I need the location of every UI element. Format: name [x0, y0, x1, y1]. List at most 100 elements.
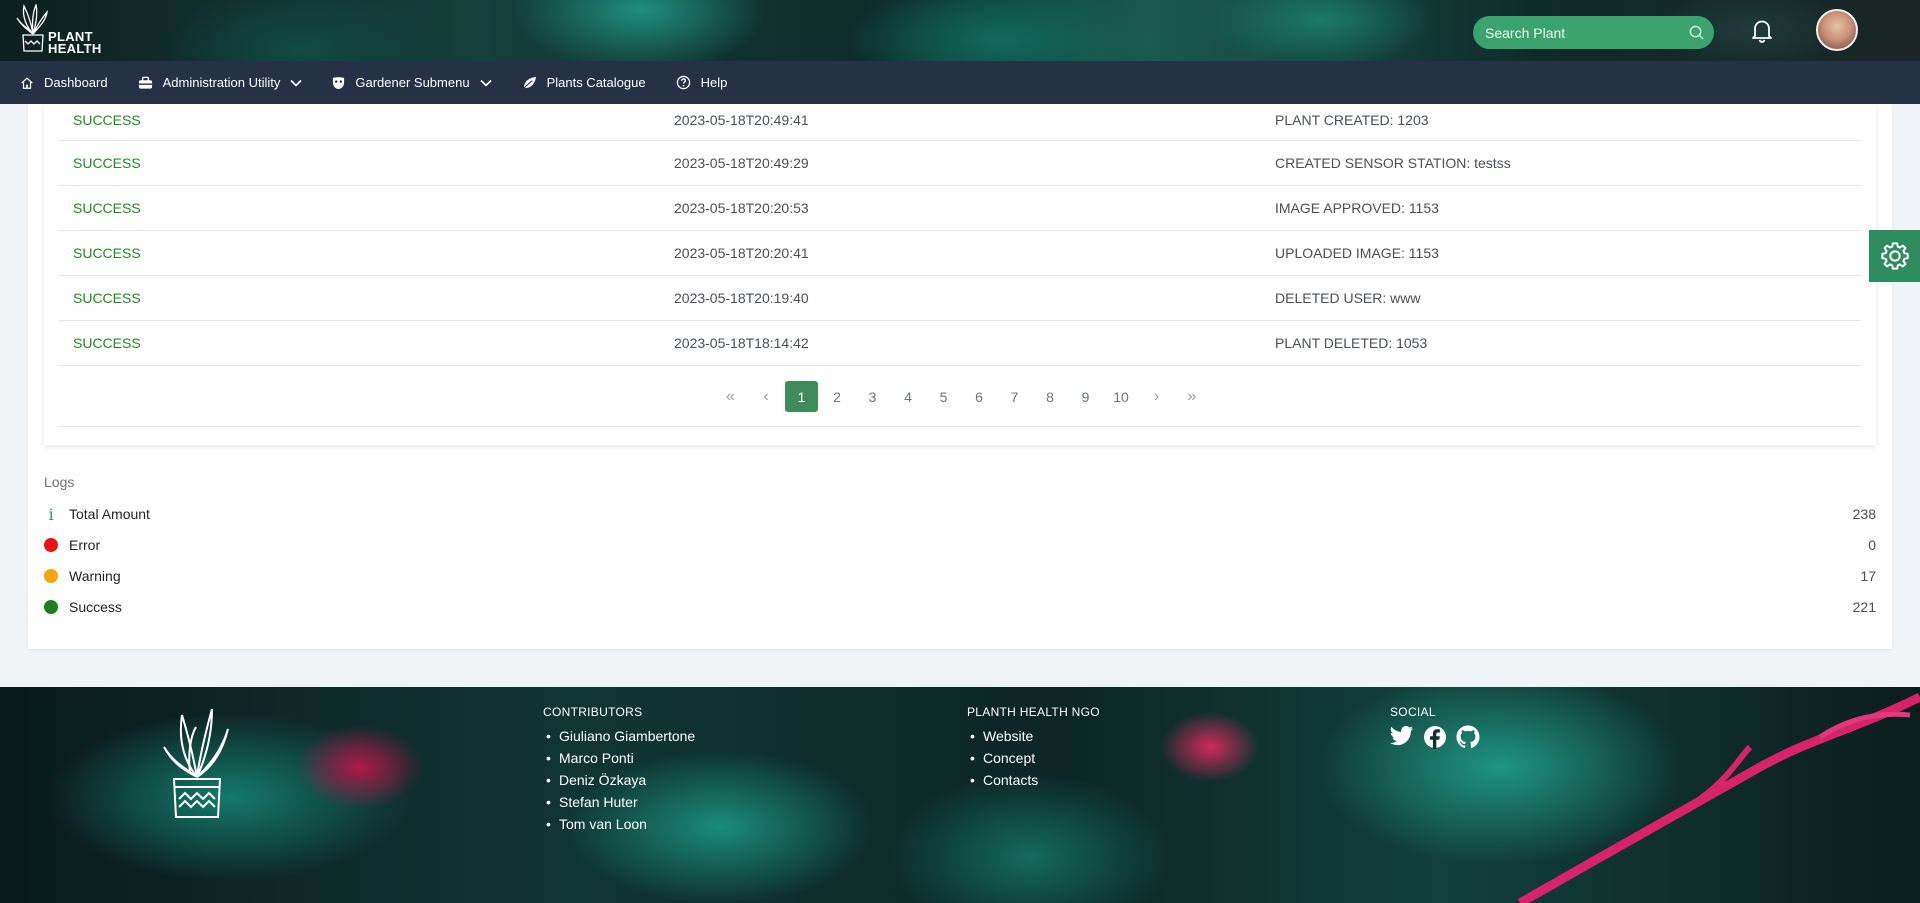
github-icon[interactable]	[1456, 725, 1480, 754]
success-dot-icon	[44, 600, 58, 614]
contributor-link[interactable]: Giuliano Giambertone	[543, 725, 695, 747]
page-button-1[interactable]: 1	[785, 381, 818, 412]
page-button-6[interactable]: 6	[963, 381, 996, 412]
time-cell: 2023-05-18T20:49:29	[674, 155, 809, 171]
logs-title: Logs	[44, 474, 75, 490]
status-cell: SUCCESS	[73, 290, 141, 306]
log-label: Error	[69, 537, 101, 553]
gear-icon	[1880, 242, 1909, 270]
ngo-link-concept[interactable]: Concept	[967, 747, 1100, 769]
log-summary-warning: Warning 17	[44, 566, 1876, 586]
log-label: Warning	[69, 568, 121, 584]
mask-icon	[333, 76, 345, 89]
prev-page-button[interactable]: ‹	[750, 381, 783, 412]
footer-section-title: SOCIAL	[1390, 705, 1436, 719]
message-cell: UPLOADED IMAGE: 1153	[1275, 245, 1439, 261]
main-nav: Dashboard Administration Utility Gardene…	[0, 61, 1920, 104]
status-cell: SUCCESS	[73, 155, 141, 171]
log-summary-error: Error 0	[44, 535, 1876, 555]
first-page-button[interactable]: «	[714, 381, 747, 412]
page-button-7[interactable]: 7	[998, 381, 1031, 412]
table-row: SUCCESS 2023-05-18T20:19:40 DELETED USER…	[58, 276, 1861, 321]
log-count: 0	[1868, 537, 1876, 553]
contributor-link[interactable]: Deniz Özkaya	[543, 769, 695, 791]
page-button-9[interactable]: 9	[1069, 381, 1102, 412]
nav-item-administration-utility[interactable]: Administration Utility	[138, 75, 303, 90]
log-summary-total: i Total Amount 238	[44, 504, 1876, 524]
contributor-link[interactable]: Tom van Loon	[543, 813, 695, 835]
logo-text: PLANT HEALTH	[48, 30, 102, 56]
user-avatar[interactable]	[1816, 9, 1858, 51]
question-circle-icon	[676, 75, 690, 90]
nav-label: Administration Utility	[162, 75, 281, 90]
time-cell: 2023-05-18T20:49:41	[674, 112, 809, 128]
nav-label: Plants Catalogue	[546, 75, 646, 90]
footer-ngo: PLANTH HEALTH NGO Website Concept Contac…	[967, 705, 1100, 791]
status-cell: SUCCESS	[73, 335, 141, 351]
page-button-4[interactable]: 4	[892, 381, 925, 412]
message-cell: PLANT CREATED: 1203	[1275, 112, 1429, 128]
status-cell: SUCCESS	[73, 200, 141, 216]
warning-dot-icon	[44, 569, 58, 583]
message-cell: DELETED USER: www	[1275, 290, 1421, 306]
ngo-link-contacts[interactable]: Contacts	[967, 769, 1100, 791]
status-cell: SUCCESS	[73, 245, 141, 261]
logo-line-2: HEALTH	[48, 41, 102, 56]
message-cell: IMAGE APPROVED: 1153	[1275, 200, 1439, 216]
search-icon[interactable]	[1689, 25, 1704, 43]
next-page-button[interactable]: ›	[1140, 381, 1173, 412]
status-cell: SUCCESS	[73, 112, 141, 128]
pagination: « ‹ 1 2 3 4 5 6 7 8 9 10 › »	[714, 381, 1211, 412]
page-button-10[interactable]: 10	[1105, 381, 1138, 412]
time-cell: 2023-05-18T20:19:40	[674, 290, 809, 306]
facebook-icon[interactable]	[1423, 725, 1447, 754]
toolbox-icon	[138, 76, 152, 89]
info-icon: i	[48, 504, 54, 524]
log-summary-success: Success 221	[44, 597, 1876, 617]
plant-health-logo[interactable]: PLANT HEALTH	[16, 4, 106, 56]
page-button-2[interactable]: 2	[821, 381, 854, 412]
footer-plant-logo-icon	[163, 708, 229, 818]
ngo-link-website[interactable]: Website	[967, 725, 1100, 747]
leaf-icon	[522, 76, 536, 89]
nav-item-help[interactable]: Help	[676, 75, 728, 90]
nav-label: Help	[700, 75, 728, 90]
last-page-button[interactable]: »	[1176, 381, 1209, 412]
log-count: 221	[1852, 599, 1876, 615]
bell-icon[interactable]	[1750, 18, 1774, 48]
theme-settings-button[interactable]	[1869, 230, 1920, 282]
search-box[interactable]	[1473, 16, 1714, 49]
page-button-8[interactable]: 8	[1034, 381, 1067, 412]
nav-item-plants-catalogue[interactable]: Plants Catalogue	[522, 75, 646, 90]
footer-contributors: CONTRIBUTORS Giuliano Giambertone Marco …	[543, 705, 695, 835]
table-row: SUCCESS 2023-05-18T20:49:29 CREATED SENS…	[58, 141, 1861, 186]
log-table: SUCCESS 2023-05-18T20:49:41 PLANT CREATE…	[58, 104, 1861, 366]
message-cell: PLANT DELETED: 1053	[1275, 335, 1428, 351]
log-label: Total Amount	[69, 506, 150, 522]
table-row: SUCCESS 2023-05-18T20:49:41 PLANT CREATE…	[58, 104, 1861, 141]
table-row: SUCCESS 2023-05-18T20:20:41 UPLOADED IMA…	[58, 231, 1861, 276]
divider	[58, 426, 1861, 427]
contributor-link[interactable]: Marco Ponti	[543, 747, 695, 769]
nav-item-gardener-submenu[interactable]: Gardener Submenu	[332, 75, 492, 90]
search-input[interactable]	[1485, 24, 1685, 41]
log-label: Success	[69, 599, 122, 615]
log-count: 238	[1852, 506, 1876, 522]
footer: CONTRIBUTORS Giuliano Giambertone Marco …	[0, 687, 1920, 903]
chevron-down-icon	[479, 79, 492, 87]
error-dot-icon	[44, 538, 58, 552]
page-button-3[interactable]: 3	[856, 381, 889, 412]
table-row: SUCCESS 2023-05-18T20:20:53 IMAGE APPROV…	[58, 186, 1861, 231]
plant-logo-icon	[16, 4, 48, 52]
top-header: PLANT HEALTH	[0, 0, 1920, 61]
log-count: 17	[1860, 568, 1876, 584]
table-row: SUCCESS 2023-05-18T18:14:42 PLANT DELETE…	[58, 321, 1861, 366]
nav-item-dashboard[interactable]: Dashboard	[20, 75, 108, 90]
twitter-icon[interactable]	[1390, 725, 1414, 754]
page-button-5[interactable]: 5	[927, 381, 960, 412]
message-cell: CREATED SENSOR STATION: testss	[1275, 155, 1511, 171]
chevron-down-icon	[290, 79, 302, 87]
contributor-link[interactable]: Stefan Huter	[543, 791, 695, 813]
time-cell: 2023-05-18T18:14:42	[674, 335, 809, 351]
footer-section-title: CONTRIBUTORS	[543, 705, 643, 719]
